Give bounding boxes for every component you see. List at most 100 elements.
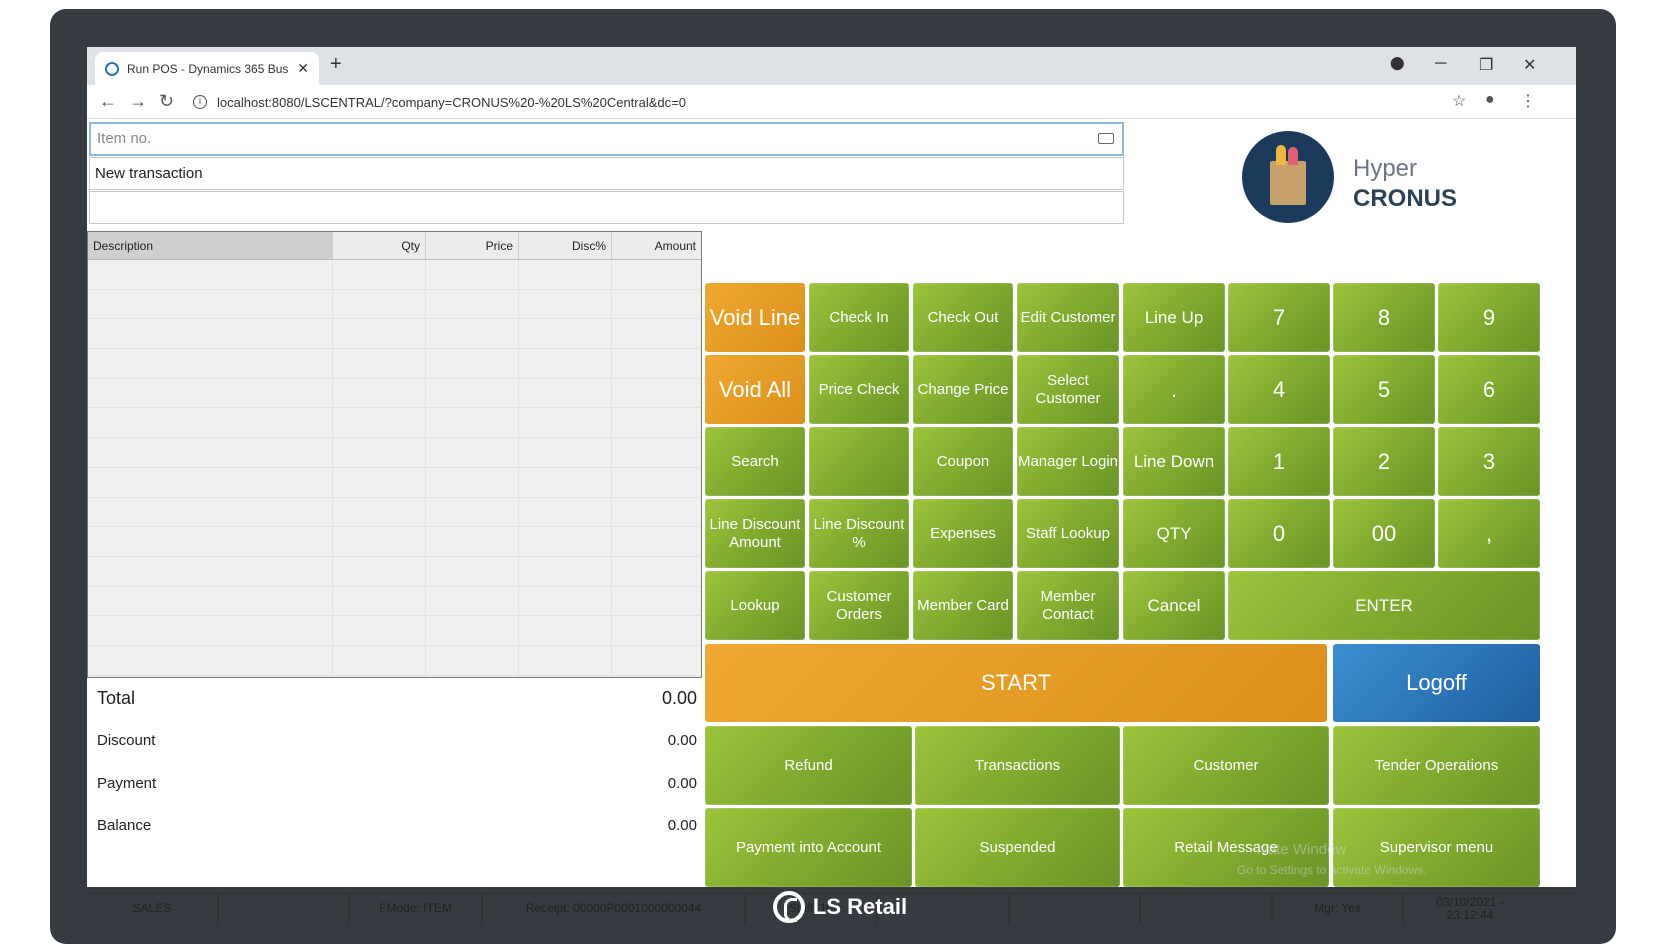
site-info-icon[interactable]: i: [193, 95, 207, 109]
table-cell: [612, 438, 701, 467]
browser-tab[interactable]: Run POS - Dynamics 365 Busine ✕: [95, 52, 319, 85]
totals-panel: Total 0.00 Discount 0.00 Payment 0.00 Ba…: [87, 682, 702, 862]
transactions-button[interactable]: Transactions: [915, 726, 1120, 805]
table-row[interactable]: [88, 289, 701, 320]
store-name-bottom: CRONUS: [1353, 185, 1458, 212]
column-header-disc[interactable]: Disc%: [519, 232, 612, 259]
column-header-amount[interactable]: Amount: [612, 232, 701, 259]
empty-button[interactable]: [809, 427, 909, 496]
refund-button[interactable]: Refund: [705, 726, 912, 805]
numpad-0-button[interactable]: 0: [1228, 499, 1330, 568]
minimize-icon[interactable]: ─: [1435, 55, 1446, 73]
numpad-5-button[interactable]: 5: [1333, 355, 1435, 424]
numpad-comma-button[interactable]: ,: [1438, 499, 1540, 568]
table-row[interactable]: [88, 616, 701, 646]
qty-button[interactable]: QTY: [1123, 499, 1225, 568]
manager-login-button[interactable]: Manager Login: [1017, 427, 1119, 496]
enter-button[interactable]: ENTER: [1228, 571, 1540, 640]
table-cell: [519, 645, 612, 675]
column-header-price[interactable]: Price: [426, 232, 519, 259]
restore-icon[interactable]: ❐: [1479, 55, 1493, 75]
ls-retail-brand: LS Retail: [0, 891, 1680, 923]
start-button[interactable]: START: [705, 644, 1327, 722]
numpad-4-button[interactable]: 4: [1228, 355, 1330, 424]
price-check-button[interactable]: Price Check: [809, 355, 909, 424]
window-close-icon[interactable]: ✕: [1523, 55, 1536, 75]
numpad-3-button[interactable]: 3: [1438, 427, 1540, 496]
line-discount-percent-button[interactable]: Line Discount %: [809, 499, 909, 568]
suspended-button[interactable]: Suspended: [915, 808, 1120, 887]
table-cell: [612, 587, 701, 616]
cancel-button[interactable]: Cancel: [1123, 571, 1225, 640]
payment-value: 0.00: [667, 775, 697, 792]
back-icon[interactable]: ←: [99, 91, 117, 112]
numpad-00-button[interactable]: 00: [1333, 499, 1435, 568]
bookmark-star-icon[interactable]: ☆: [1452, 91, 1466, 111]
table-row[interactable]: [88, 586, 701, 617]
expenses-button[interactable]: Expenses: [913, 499, 1013, 568]
table-row[interactable]: [88, 556, 701, 587]
search-button[interactable]: Search: [705, 427, 805, 496]
customer-orders-button[interactable]: Customer Orders: [809, 571, 909, 640]
line-discount-amount-button[interactable]: Line Discount Amount: [705, 499, 805, 568]
numpad-1-button[interactable]: 1: [1228, 427, 1330, 496]
sales-journal-grid[interactable]: Description Qty Price Disc% Amount: [87, 231, 702, 678]
check-out-button[interactable]: Check Out: [913, 283, 1013, 352]
table-cell: [426, 438, 519, 467]
numpad-9-button[interactable]: 9: [1438, 283, 1540, 352]
table-row[interactable]: [88, 645, 701, 676]
edit-customer-button[interactable]: Edit Customer: [1017, 283, 1119, 352]
numpad-8-button[interactable]: 8: [1333, 283, 1435, 352]
reload-icon[interactable]: ↻: [159, 91, 174, 112]
table-row[interactable]: [88, 349, 701, 379]
void-all-button[interactable]: Void All: [705, 355, 805, 424]
void-line-button[interactable]: Void Line: [705, 283, 805, 352]
numpad-2-button[interactable]: 2: [1333, 427, 1435, 496]
line-up-button[interactable]: Line Up: [1123, 283, 1225, 352]
logoff-button[interactable]: Logoff: [1333, 644, 1540, 722]
tender-operations-button[interactable]: Tender Operations: [1333, 726, 1540, 805]
table-row[interactable]: [88, 260, 701, 290]
supervisor-menu-button[interactable]: Supervisor menu: [1333, 808, 1540, 887]
staff-lookup-button[interactable]: Staff Lookup: [1017, 499, 1119, 568]
line-down-button[interactable]: Line Down: [1123, 427, 1225, 496]
new-tab-icon[interactable]: +: [330, 53, 342, 76]
member-card-button[interactable]: Member Card: [913, 571, 1013, 640]
payment-into-account-button[interactable]: Payment into Account: [705, 808, 912, 887]
change-price-button[interactable]: Change Price: [913, 355, 1013, 424]
table-row[interactable]: [88, 438, 701, 468]
table-row[interactable]: [88, 319, 701, 350]
profile-dropdown-icon[interactable]: ⬤: [1390, 55, 1405, 71]
select-customer-button[interactable]: Select Customer: [1017, 355, 1119, 424]
numpad-dot-button[interactable]: .: [1123, 355, 1225, 424]
forward-icon[interactable]: →: [129, 91, 147, 112]
table-cell: [88, 467, 333, 497]
tab-close-icon[interactable]: ✕: [297, 60, 309, 77]
table-cell: [333, 289, 426, 319]
profile-icon[interactable]: ●: [1485, 91, 1495, 109]
payment-row: Payment 0.00: [97, 775, 697, 792]
table-row[interactable]: [88, 378, 701, 409]
customer-button[interactable]: Customer: [1123, 726, 1329, 805]
table-row[interactable]: [88, 497, 701, 528]
journal-body[interactable]: [88, 260, 701, 677]
retail-message-button[interactable]: Retail Message: [1123, 808, 1329, 887]
coupon-button[interactable]: Coupon: [913, 427, 1013, 496]
column-header-description[interactable]: Description: [88, 232, 333, 259]
address-bar[interactable]: i localhost:8080/LSCENTRAL/?company=CRON…: [193, 89, 686, 115]
table-row[interactable]: [88, 527, 701, 557]
table-row[interactable]: [88, 467, 701, 498]
table-cell: [88, 378, 333, 408]
table-cell: [426, 556, 519, 586]
column-header-qty[interactable]: Qty: [333, 232, 426, 259]
keyboard-icon[interactable]: [1098, 133, 1114, 144]
table-row[interactable]: [88, 408, 701, 439]
item-number-input[interactable]: Item no.: [89, 122, 1124, 156]
lookup-button[interactable]: Lookup: [705, 571, 805, 640]
numpad-7-button[interactable]: 7: [1228, 283, 1330, 352]
browser-menu-icon[interactable]: ⋮: [1520, 91, 1536, 111]
brand-name: LS Retail: [812, 894, 908, 919]
numpad-6-button[interactable]: 6: [1438, 355, 1540, 424]
member-contact-button[interactable]: Member Contact: [1017, 571, 1119, 640]
check-in-button[interactable]: Check In: [809, 283, 909, 352]
